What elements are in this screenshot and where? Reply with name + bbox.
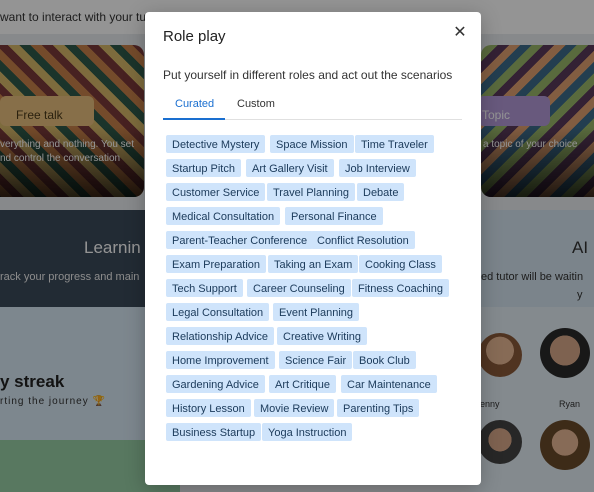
scenario-chip[interactable]: Time Traveler [355,135,434,153]
scenario-chip[interactable]: Business Startup [166,423,262,441]
scenario-chip[interactable]: History Lesson [166,399,251,417]
scenario-chip[interactable]: Gardening Advice [166,375,265,393]
role-play-dialog: Role play ✕ Put yourself in different ro… [145,12,481,485]
scenario-chip[interactable]: Tech Support [166,279,243,297]
scenario-chip[interactable]: Personal Finance [285,207,383,225]
scenario-chip[interactable]: Cooking Class [359,255,442,273]
scenario-chip[interactable]: Home Improvement [166,351,275,369]
active-tab-indicator [163,118,225,120]
scenario-chip[interactable]: Art Gallery Visit [246,159,334,177]
scenario-chip[interactable]: Science Fair [279,351,353,369]
scenario-chip[interactable]: Book Club [353,351,416,369]
scenario-chip[interactable]: Art Critique [269,375,337,393]
tab-curated[interactable]: Curated [175,98,214,110]
tab-custom[interactable]: Custom [237,98,275,110]
scenario-chip[interactable]: Legal Consultation [166,303,270,321]
scenario-chip[interactable]: Movie Review [254,399,335,417]
scenario-chip[interactable]: Conflict Resolution [311,231,415,249]
scenario-chip[interactable]: Yoga Instruction [262,423,353,441]
dialog-title: Role play [163,28,226,45]
scenario-chip[interactable]: Career Counseling [247,279,351,297]
dialog-description: Put yourself in different roles and act … [163,68,453,82]
scenario-chip[interactable]: Parent-Teacher Conference [166,231,314,249]
scenario-chip[interactable]: Relationship Advice [166,327,275,345]
scenario-chip[interactable]: Car Maintenance [341,375,437,393]
scenario-chip[interactable]: Fitness Coaching [352,279,449,297]
scenario-chip[interactable]: Travel Planning [267,183,356,201]
scenario-chip[interactable]: Space Mission [270,135,354,153]
scenario-chip[interactable]: Exam Preparation [166,255,267,273]
scenario-chip[interactable]: Event Planning [273,303,359,321]
tab-bar: Curated Custom [163,96,462,120]
close-icon[interactable]: ✕ [450,22,470,42]
scenario-chip[interactable]: Job Interview [339,159,416,177]
scenario-chip[interactable]: Parenting Tips [337,399,420,417]
scenario-chip[interactable]: Creative Writing [277,327,368,345]
scenario-chip[interactable]: Detective Mystery [166,135,266,153]
scenario-chip[interactable]: Taking an Exam [268,255,359,273]
scenario-chip[interactable]: Debate [357,183,405,201]
scenario-chip[interactable]: Startup Pitch [166,159,241,177]
scenario-chip[interactable]: Customer Service [166,183,266,201]
scenario-chip[interactable]: Medical Consultation [166,207,281,225]
